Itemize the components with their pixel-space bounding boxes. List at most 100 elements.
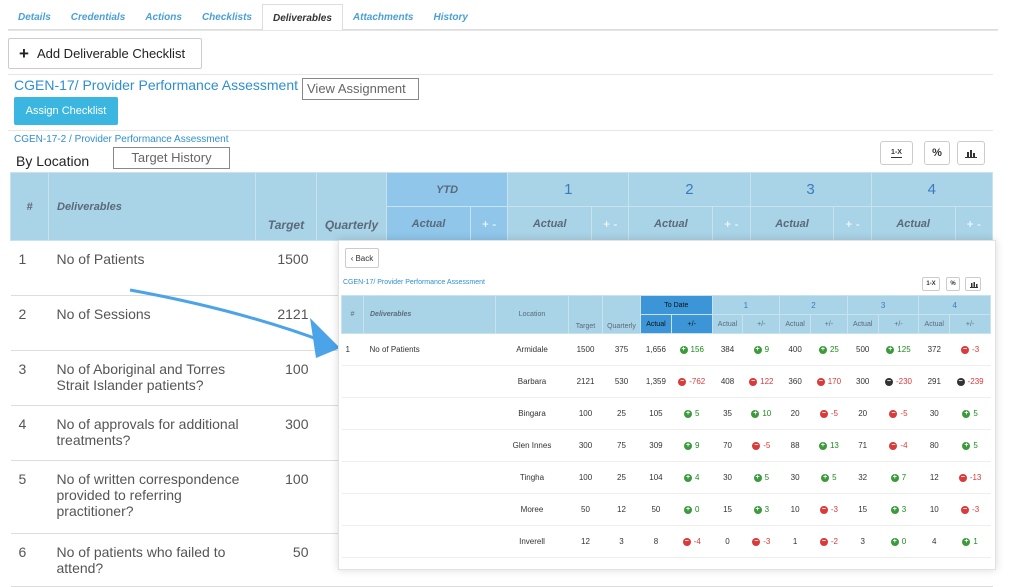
one-x-toggle[interactable]: 1-X bbox=[922, 277, 940, 291]
panel-title-link[interactable]: CGEN-17/ Provider Performance Assessment bbox=[343, 279, 485, 286]
minus-circle-icon: − bbox=[816, 377, 825, 386]
col-actual: Actual bbox=[918, 314, 951, 334]
quarterly-value: 25 bbox=[602, 461, 641, 494]
col-location: Location bbox=[495, 295, 569, 334]
minus-circle-icon: − bbox=[819, 505, 828, 514]
location-name: Moree bbox=[495, 493, 569, 526]
col-q3: 3 bbox=[846, 295, 920, 315]
chart-toggle[interactable] bbox=[957, 141, 985, 165]
actual-value: 3 bbox=[847, 525, 879, 558]
col-actual: Actual bbox=[711, 314, 744, 334]
deliverable-name bbox=[363, 429, 496, 462]
location-name: Glen Innes bbox=[495, 429, 569, 462]
tab-actions[interactable]: Actions bbox=[135, 4, 192, 30]
variance-value: 156 bbox=[690, 345, 704, 354]
col-q1: 1 bbox=[711, 295, 781, 315]
variance-value: 3 bbox=[901, 505, 907, 514]
actual-value: 309 bbox=[640, 429, 672, 462]
location-row: 1 No of Patients Armidale 1500 375 1,656 +156 3… bbox=[341, 333, 991, 366]
tab-attachments[interactable]: Attachments bbox=[343, 4, 424, 30]
add-label: Add Deliverable Checklist bbox=[36, 46, 186, 61]
plus-circle-icon: + bbox=[818, 345, 827, 354]
plus-circle-icon: + bbox=[890, 505, 899, 514]
back-button[interactable]: ‹ Back bbox=[345, 248, 379, 268]
actual-value: 372 bbox=[918, 333, 950, 366]
variance-value: 0 bbox=[901, 537, 907, 546]
target-value: 100 bbox=[568, 461, 603, 494]
tab-details[interactable]: Details bbox=[8, 4, 61, 30]
tab-credentials[interactable]: Credentials bbox=[61, 4, 135, 30]
percent-toggle[interactable]: % bbox=[924, 141, 950, 165]
target-value: 12 bbox=[568, 525, 603, 558]
plus-circle-icon: + bbox=[684, 441, 692, 450]
percent-toggle[interactable]: % bbox=[946, 277, 960, 291]
target-value: 1500 bbox=[568, 333, 603, 366]
assignment-title-link[interactable]: CGEN-17/ Provider Performance Assessment bbox=[14, 77, 298, 93]
variance-value: -239 bbox=[967, 377, 984, 386]
col-plus-minus: + - bbox=[712, 206, 751, 241]
variance-value: 25 bbox=[829, 345, 839, 354]
plus-circle-icon: + bbox=[890, 473, 899, 482]
row-number: 4 bbox=[10, 405, 49, 461]
col-hash: # bbox=[10, 172, 49, 241]
actual-value: 300 bbox=[847, 365, 879, 398]
actual-value: 32 bbox=[847, 461, 879, 494]
location-breakdown-panel: ‹ Back CGEN-17/ Provider Performance Ass… bbox=[338, 240, 996, 570]
row-number bbox=[341, 397, 364, 430]
view-assignment-button[interactable]: View Assignment bbox=[302, 78, 419, 100]
target-value: 100 bbox=[568, 397, 603, 430]
actual-value: 1 bbox=[779, 525, 811, 558]
variance-cell: +10 bbox=[742, 397, 780, 430]
col-ytd: YTD bbox=[385, 172, 509, 207]
actual-value: 384 bbox=[712, 333, 743, 366]
variance-cell: +0 bbox=[671, 493, 713, 526]
assign-checklist-button[interactable]: Assign Checklist bbox=[14, 97, 118, 125]
tab-history[interactable]: History bbox=[423, 4, 477, 30]
one-x-toggle[interactable]: 1-X bbox=[880, 141, 913, 165]
variance-value: -762 bbox=[689, 377, 706, 386]
variance-value: -3 bbox=[763, 537, 771, 546]
location-name: Barbara bbox=[495, 365, 569, 398]
variance-cell: − -3 bbox=[949, 333, 991, 366]
variance-cell: − -3 bbox=[810, 493, 848, 526]
row-number bbox=[341, 429, 364, 462]
row-number: 5 bbox=[10, 460, 49, 534]
deliverable-name bbox=[363, 461, 496, 494]
variance-value: 10 bbox=[762, 409, 772, 418]
col-plus-minus: +/- bbox=[810, 314, 848, 334]
col-q4: 4 bbox=[870, 172, 994, 207]
col-actual: Actual bbox=[386, 206, 471, 241]
col-plus-minus: + - bbox=[833, 206, 872, 241]
actual-value: 30 bbox=[918, 397, 950, 430]
variance-cell: +25 bbox=[810, 333, 848, 366]
actual-value: 15 bbox=[847, 493, 879, 526]
add-deliverable-checklist-button[interactable]: + Add Deliverable Checklist bbox=[8, 38, 202, 69]
target-value: 100 bbox=[255, 350, 317, 406]
variance-value: -4 bbox=[900, 441, 908, 450]
tab-checklists[interactable]: Checklists bbox=[192, 4, 262, 30]
actual-value: 1,359 bbox=[640, 365, 672, 398]
divider bbox=[8, 74, 993, 75]
bar-chart-icon bbox=[965, 149, 977, 158]
actual-value: 12 bbox=[918, 461, 950, 494]
variance-value: -3 bbox=[972, 505, 980, 514]
actual-value: 291 bbox=[918, 365, 950, 398]
row-number: 3 bbox=[10, 350, 49, 406]
variance-cell: +0 bbox=[878, 525, 919, 558]
target-value: 2121 bbox=[255, 295, 317, 351]
plus-circle-icon: + bbox=[684, 409, 692, 418]
quarterly-value: 75 bbox=[602, 429, 641, 462]
row-number bbox=[341, 525, 364, 558]
col-actual: Actual bbox=[870, 206, 956, 241]
col-actual: Actual bbox=[749, 206, 835, 241]
tab-deliverables[interactable]: Deliverables bbox=[261, 4, 343, 31]
row-number: 6 bbox=[10, 533, 49, 587]
col-q3: 3 bbox=[749, 172, 872, 207]
sub-assignment-link[interactable]: CGEN-17-2 / Provider Performance Assessm… bbox=[14, 134, 229, 145]
variance-value: -5 bbox=[763, 441, 771, 450]
target-history-button[interactable]: Target History bbox=[113, 147, 230, 169]
chart-toggle[interactable] bbox=[965, 277, 981, 291]
variance-cell: − -5 bbox=[810, 397, 848, 430]
col-deliverables: Deliverables bbox=[48, 172, 256, 241]
quarterly-value: 375 bbox=[602, 333, 641, 366]
